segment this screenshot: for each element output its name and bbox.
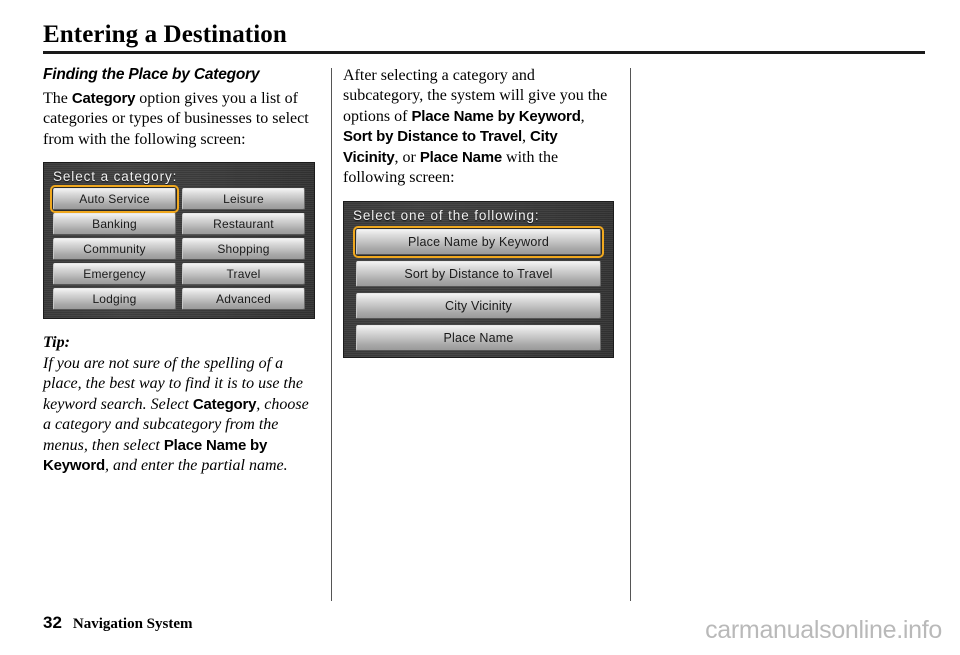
intro-text-1: The	[43, 89, 72, 107]
nav-category-column-left: Auto Service Banking Community Emergency…	[50, 185, 179, 313]
nav-screen-options: Select one of the following: Place Name …	[343, 200, 614, 358]
nav-button-label: Shopping	[217, 242, 270, 257]
nav-button-place-name-by-keyword[interactable]: Place Name by Keyword	[353, 225, 604, 258]
tip-block: Tip: If you are not sure of the spelling…	[43, 333, 315, 476]
nav-button-label: Travel	[226, 267, 261, 282]
nav-button-label: Community	[83, 242, 146, 257]
nav-button-shopping[interactable]: Shopping	[182, 238, 305, 261]
ui-term-sort-by-distance-to-travel: Sort by Distance to Travel	[343, 128, 523, 146]
header-rule	[43, 51, 925, 54]
nav-button-place-name[interactable]: Place Name	[356, 324, 601, 351]
nav-button-label: Sort by Distance to Travel	[404, 266, 553, 281]
watermark: carmanualsonline.info	[705, 616, 942, 644]
left-column: Finding the Place by Category The Catego…	[43, 66, 315, 477]
nav-button-auto-service[interactable]: Auto Service	[50, 185, 179, 214]
ui-term-place-name-by-keyword: Place Name by Keyword	[411, 107, 581, 125]
column-divider-left	[331, 68, 332, 601]
nav-button-restaurant[interactable]: Restaurant	[182, 213, 305, 236]
right-column: After selecting a category and subcatego…	[343, 66, 615, 358]
nav-screen-category: Select a category: Auto Service Banking …	[43, 162, 315, 320]
tip-body: If you are not sure of the spelling of a…	[43, 354, 315, 477]
nav-button-lodging[interactable]: Lodging	[53, 288, 176, 311]
nav-button-leisure[interactable]: Leisure	[182, 188, 305, 211]
page-footer: 32 Navigation System	[43, 613, 193, 633]
options-text-2: ,	[580, 107, 585, 125]
page-header: Entering a Destination	[43, 21, 925, 48]
intro-paragraph: The Category option gives you a list of …	[43, 89, 315, 150]
nav-options-list: Place Name by Keyword Sort by Distance t…	[344, 225, 613, 351]
ui-term-category: Category	[71, 89, 136, 107]
nav-button-label: Emergency	[83, 267, 146, 282]
nav-button-label: Place Name	[443, 330, 514, 345]
nav-button-travel[interactable]: Travel	[182, 263, 305, 286]
nav-button-label: Auto Service	[79, 192, 150, 207]
nav-button-sort-by-distance-to-travel[interactable]: Sort by Distance to Travel	[356, 260, 601, 287]
nav-button-community[interactable]: Community	[53, 238, 176, 261]
nav-screen-category-title: Select a category:	[53, 169, 178, 185]
nav-button-label: Place Name by Keyword	[407, 234, 550, 249]
nav-button-label: City Vicinity	[445, 298, 512, 313]
nav-screen-options-title: Select one of the following:	[353, 207, 540, 223]
nav-button-label: Leisure	[223, 192, 264, 207]
nav-button-city-vicinity[interactable]: City Vicinity	[356, 292, 601, 319]
tip-label: Tip:	[43, 334, 70, 352]
options-text-4: , or	[394, 148, 420, 166]
nav-button-banking[interactable]: Banking	[53, 213, 176, 236]
page-title: Entering a Destination	[43, 21, 287, 48]
nav-button-emergency[interactable]: Emergency	[53, 263, 176, 286]
column-divider-right	[630, 68, 631, 601]
ui-term-place-name: Place Name	[419, 148, 503, 166]
section-heading: Finding the Place by Category	[43, 66, 260, 83]
tip-text-3: , and enter the partial name.	[104, 457, 288, 475]
document-title: Navigation System	[72, 616, 193, 632]
nav-category-grid: Auto Service Banking Community Emergency…	[44, 185, 314, 313]
nav-button-label: Banking	[92, 217, 137, 232]
ui-term-category: Category	[192, 395, 257, 413]
options-text-3: ,	[522, 128, 531, 146]
nav-button-advanced[interactable]: Advanced	[182, 288, 305, 311]
nav-button-label: Lodging	[92, 292, 137, 307]
nav-button-label: Advanced	[216, 292, 271, 307]
options-paragraph: After selecting a category and subcatego…	[343, 66, 615, 189]
page-number: 32	[43, 613, 62, 632]
nav-category-column-right: Leisure Restaurant Shopping Travel Advan…	[179, 188, 305, 313]
nav-button-label: Restaurant	[213, 217, 274, 232]
